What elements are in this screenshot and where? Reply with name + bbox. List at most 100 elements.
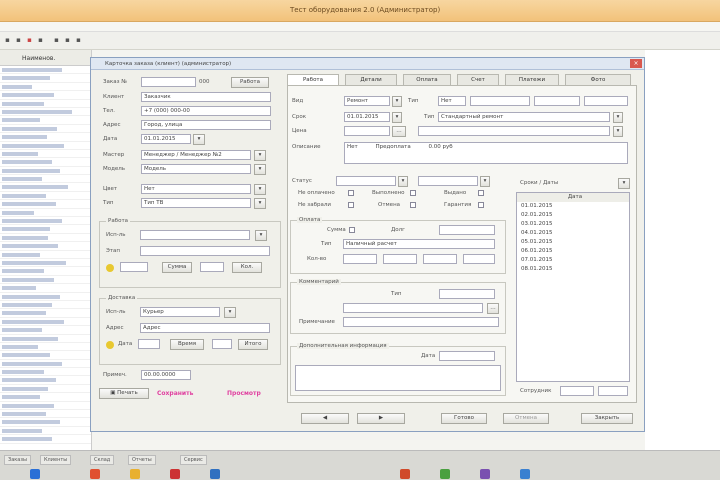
list-item[interactable] [0,91,91,100]
kind-extra-input[interactable] [470,96,530,106]
date-item[interactable]: 03.01.2015 [517,220,629,229]
payment-count3-input[interactable] [423,254,457,264]
work-stage-input[interactable] [140,246,270,256]
list-item[interactable] [0,318,91,327]
date-item[interactable]: 01.01.2015 [517,202,629,211]
start-icon[interactable] [30,469,40,479]
chevron-down-icon[interactable]: ▾ [613,126,623,137]
dates-list[interactable]: Дата 01.01.2015 02.01.2015 03.01.2015 04.01… [516,192,630,382]
kind-input[interactable]: Ремонт [344,96,390,106]
list-item[interactable] [0,284,91,293]
chevron-down-icon[interactable]: ▾ [254,150,266,161]
list-item[interactable] [0,142,91,150]
filter-icon[interactable]: ▪ [52,36,61,45]
list-item[interactable] [0,368,91,377]
list-item[interactable] [0,326,91,335]
list-item[interactable] [0,175,91,184]
list-item[interactable] [0,435,91,444]
delivery-total-input[interactable] [212,339,232,349]
payment-count4-input[interactable] [463,254,495,264]
cancel-checkbox[interactable] [410,202,416,208]
list-item[interactable] [0,158,91,167]
list-item[interactable] [0,259,91,268]
delivery-address-input[interactable]: Адрес [140,323,270,333]
phone-input[interactable]: +7 (000) 000-00 [141,106,271,116]
list-item[interactable] [0,309,91,318]
date-item[interactable]: 04.01.2015 [517,229,629,238]
issued-checkbox[interactable] [478,190,484,196]
client-input[interactable]: Заказчик [141,92,271,102]
done-checkbox[interactable] [410,190,416,196]
date-item[interactable]: 06.01.2015 [517,247,629,256]
folder-icon[interactable] [130,469,140,479]
list-item[interactable] [0,108,91,117]
list-item[interactable] [0,116,91,125]
list-item[interactable] [0,100,91,108]
kind-extra3-input[interactable] [584,96,628,106]
app-icon[interactable] [90,469,100,479]
close-icon[interactable]: × [630,59,642,68]
date-item[interactable]: 08.01.2015 [517,265,629,274]
payment-count2-input[interactable] [383,254,417,264]
model-input[interactable]: Модель [141,164,251,174]
payment-count-input[interactable] [343,254,377,264]
list-item[interactable] [0,251,91,259]
prev-button[interactable]: ◀ [301,413,349,424]
kind-extra2-input[interactable] [534,96,580,106]
type-input[interactable]: Тип ТВ [141,198,251,208]
chevron-down-icon[interactable]: ▾ [224,307,236,318]
new-icon[interactable]: ▪ [3,36,12,45]
comment-type-input[interactable] [439,289,495,299]
date-input[interactable]: 01.01.2015 [141,134,191,144]
extra-info-date-input[interactable] [439,351,495,361]
status-extra-input[interactable] [418,176,478,186]
taskbar-item[interactable]: Клиенты [40,455,72,465]
work-executor-input[interactable] [140,230,250,240]
comment-input[interactable]: 00.00.0000 [141,370,191,380]
list-item[interactable] [0,360,91,369]
employee-input[interactable] [560,386,594,396]
calendar-icon[interactable]: ▾ [193,134,205,145]
work-sum-input[interactable] [120,262,148,272]
list-item[interactable] [0,393,91,402]
taskbar-item[interactable]: Отчеты [128,455,156,465]
list-item[interactable] [0,125,91,134]
delete-icon[interactable]: ▪ [25,36,34,45]
print-button[interactable]: ▣ Печать [99,388,149,399]
delivery-executor-input[interactable]: Курьер [140,307,220,317]
employee2-input[interactable] [598,386,628,396]
list-item[interactable] [0,351,91,360]
date-item[interactable]: 05.01.2015 [517,238,629,247]
list-item[interactable] [0,150,91,159]
work-count-button[interactable]: Кол. [232,262,262,273]
list-item[interactable] [0,335,91,343]
extra-info-textarea[interactable] [295,365,501,391]
calendar-icon[interactable]: ▾ [392,112,402,123]
list-item[interactable] [0,376,91,385]
list-item[interactable] [0,133,91,142]
chevron-down-icon[interactable]: ▾ [255,230,267,241]
repair-type-input[interactable]: Стандартный ремонт [438,112,610,122]
list-item[interactable] [0,66,91,75]
not-taken-checkbox[interactable] [348,202,354,208]
comment-line1-input[interactable] [343,303,483,313]
cancel-button[interactable]: Отмена [503,413,549,424]
print-icon[interactable]: ▪ [74,36,83,45]
delivery-date-input[interactable] [138,339,160,349]
list-item[interactable] [0,242,91,251]
list-item[interactable] [0,402,91,411]
price-button[interactable]: … [392,126,406,137]
list-item[interactable] [0,276,91,285]
list-item[interactable] [0,74,91,83]
deadline-input[interactable]: 01.01.2015 [344,112,390,122]
viewer-icon[interactable] [480,469,490,479]
not-paid-checkbox[interactable] [348,190,354,196]
description-input[interactable]: Нет Предоплата 0.00 руб [344,142,628,164]
price-note-input[interactable] [418,126,610,136]
list-item[interactable] [0,267,91,276]
address-input[interactable]: Город, улица [141,120,271,130]
status-input[interactable] [336,176,396,186]
list-header[interactable]: Наименов. [0,50,91,66]
master-select[interactable]: Менеджер / Менеджер №2 [141,150,251,160]
office-icon[interactable] [400,469,410,479]
